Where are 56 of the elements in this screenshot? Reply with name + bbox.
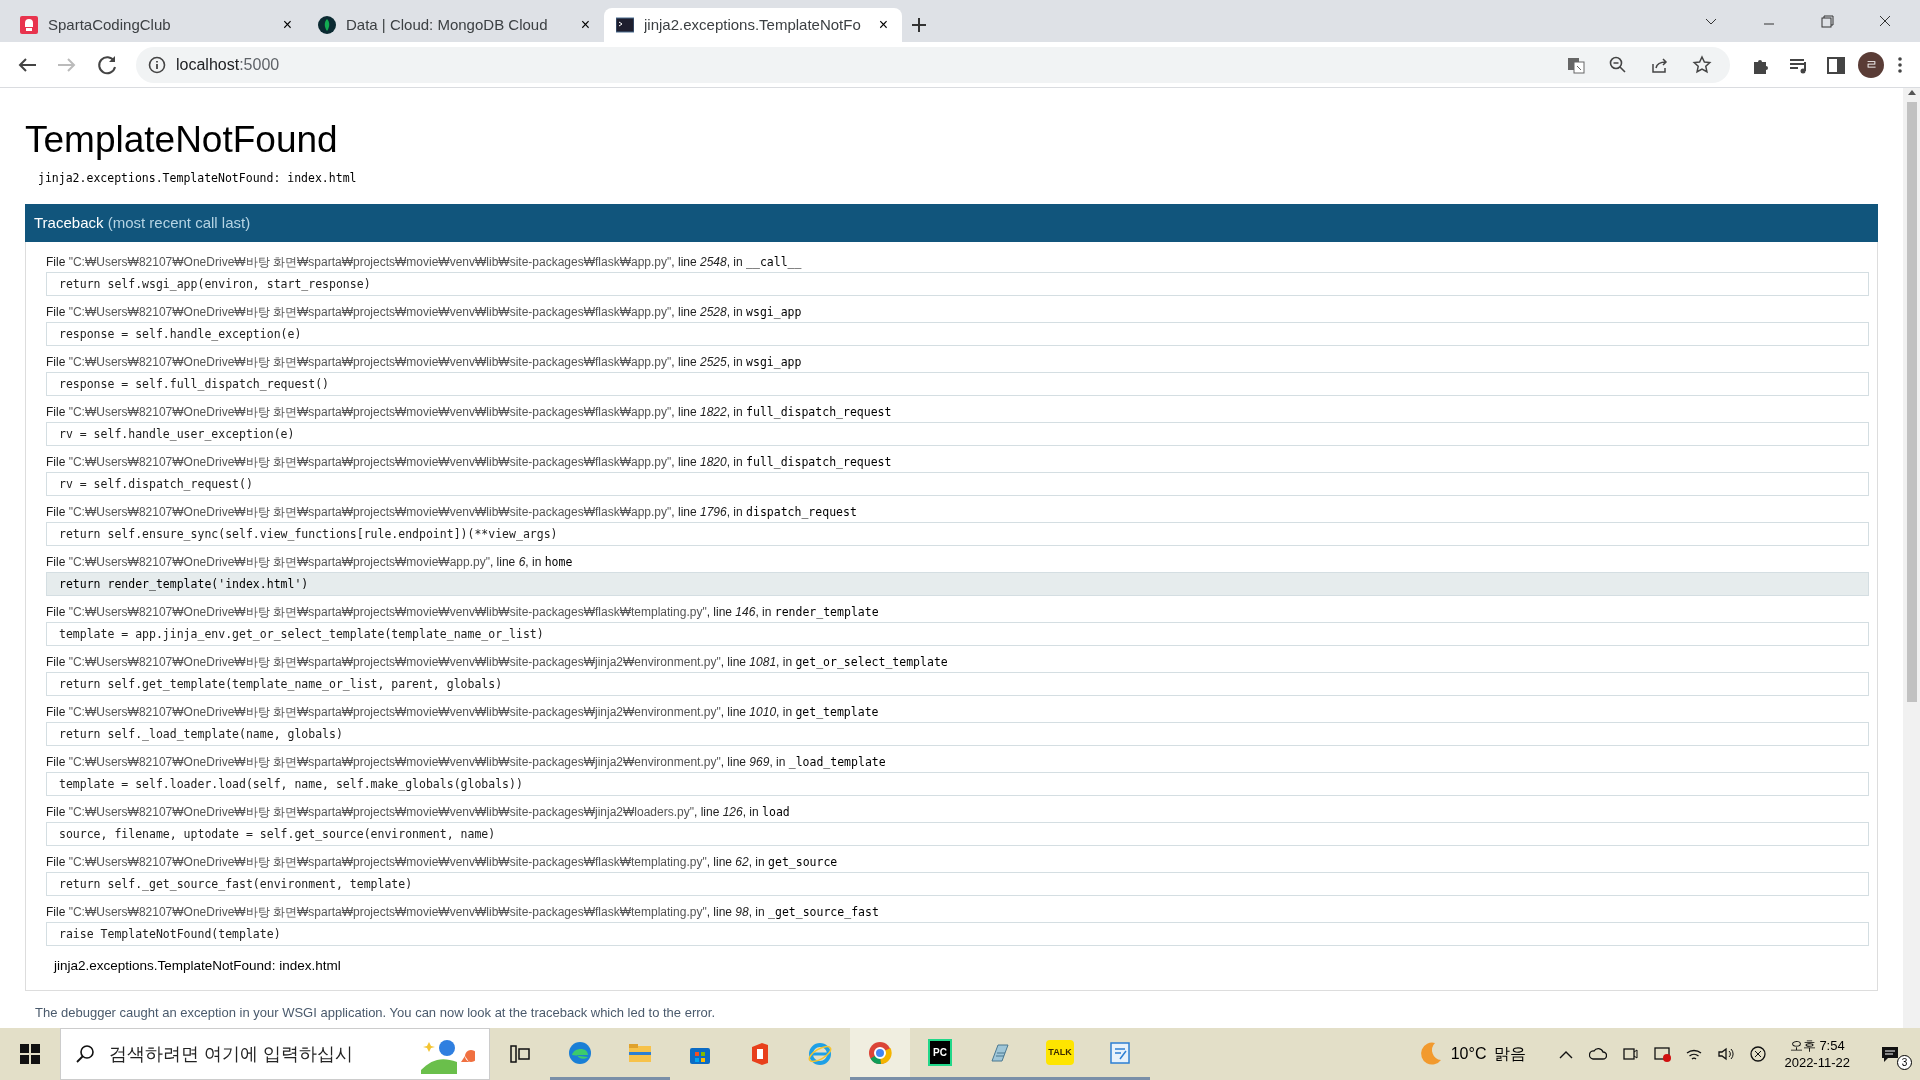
cloud-icon[interactable]	[1589, 1045, 1608, 1063]
profile-avatar[interactable]: ㄹ	[1858, 51, 1884, 78]
message-icon	[1880, 1044, 1900, 1064]
taskbar-search-box[interactable]: 검색하려면 여기에 입력하십시	[60, 1028, 490, 1080]
frame-location: File "C:₩Users₩82107₩OneDrive₩바탕 화면₩sparta₩projects₩movie₩venv₩lib₩site-packages₩flask₩app.py", line 1820, in full_dispatch_request	[46, 454, 893, 471]
security-alert-icon[interactable]	[1653, 1045, 1672, 1063]
leaf-icon	[318, 16, 336, 34]
info-icon	[148, 55, 166, 74]
url-port: :5000	[239, 55, 280, 73]
zoom-out-icon[interactable]	[1608, 54, 1628, 75]
close-tab-button[interactable]: ×	[280, 15, 294, 35]
notification-count: 3	[1897, 1055, 1912, 1070]
windows-start-icon[interactable]	[20, 1044, 40, 1064]
scrollbar[interactable]	[1903, 88, 1920, 1028]
debugger-note: The debugger caught an exception in your WSGI application. You can now look at the traceback which led to the error.	[35, 1004, 717, 1023]
exception-message: jinja2.exceptions.TemplateNotFound: index.html	[38, 170, 358, 188]
temperature: 10°C	[1450, 1044, 1487, 1064]
clock-date: 2022-11-22	[1784, 1054, 1850, 1071]
frame-location: File "C:₩Users₩82107₩OneDrive₩바탕 화면₩sparta₩projects₩movie₩venv₩lib₩site-packages₩flask₩templating.py", line 62, in get_source	[46, 854, 839, 871]
frame-location: File "C:₩Users₩82107₩OneDrive₩바탕 화면₩sparta₩projects₩movie₩app.py", line 6, in home	[46, 554, 574, 571]
notifications-button[interactable]: 3	[1860, 1028, 1920, 1080]
taskbar-search-field[interactable]: 검색하려면 여기에 입력하십시	[107, 1039, 409, 1069]
frame-location: File "C:₩Users₩82107₩OneDrive₩바탕 화면₩sparta₩projects₩movie₩venv₩lib₩site-packages₩flask₩templating.py", line 146, in render_template	[46, 604, 880, 621]
close-tab-button[interactable]: ×	[578, 15, 592, 35]
clock-time: 오후 7:54	[1789, 1037, 1845, 1054]
frame-location: File "C:₩Users₩82107₩OneDrive₩바탕 화면₩sparta₩projects₩movie₩venv₩lib₩site-packages₩jinja2₩environment.py", line 969, in _load_template	[46, 754, 887, 771]
error-title: TemplateNotFound	[25, 118, 339, 162]
volume-icon[interactable]	[1717, 1045, 1736, 1063]
frame-location: File "C:₩Users₩82107₩OneDrive₩바탕 화면₩sparta₩projects₩movie₩venv₩lib₩site-packages₩flask₩templating.py", line 98, in _get_source_fast	[46, 904, 880, 921]
traceback-note: (most recent call last)	[107, 213, 251, 231]
browser-tab[interactable]: jinja2.exceptions.TemplateNotFo ×	[604, 8, 902, 42]
sparta-logo-icon	[20, 16, 38, 34]
weather-condition: 맑음	[1494, 1044, 1527, 1064]
frame-location: File "C:₩Users₩82107₩OneDrive₩바탕 화면₩sparta₩projects₩movie₩venv₩lib₩site-packages₩flask₩app.py", line 1796, in dispatch_request	[46, 504, 858, 521]
frame-location: File "C:₩Users₩82107₩OneDrive₩바탕 화면₩sparta₩projects₩movie₩venv₩lib₩site-packages₩jinja2₩environment.py", line 1081, in get_or_select_template	[46, 654, 949, 671]
exception-summary: jinja2.exceptions.TemplateNotFound: index.html	[54, 957, 342, 976]
url-host: localhost	[176, 55, 240, 73]
frame-location: File "C:₩Users₩82107₩OneDrive₩바탕 화면₩sparta₩projects₩movie₩venv₩lib₩site-packages₩flask₩app.py", line 2525, in wsgi_app	[46, 354, 803, 371]
search-icon	[75, 1044, 95, 1064]
address-bar[interactable]: localhost:5000	[136, 46, 1730, 83]
terminal-icon	[616, 16, 634, 34]
frame-location: File "C:₩Users₩82107₩OneDrive₩바탕 화면₩sparta₩projects₩movie₩venv₩lib₩site-packages₩jinja2₩environment.py", line 1010, in get_template	[46, 704, 880, 721]
camera-icon[interactable]	[1621, 1045, 1640, 1063]
star-icon[interactable]	[1692, 54, 1712, 75]
input-mode-icon[interactable]	[1749, 1045, 1768, 1063]
traceback-title: Traceback	[34, 213, 104, 231]
scroll-up-icon	[1906, 88, 1917, 96]
frame-location: File "C:₩Users₩82107₩OneDrive₩바탕 화면₩sparta₩projects₩movie₩venv₩lib₩site-packages₩flask₩app.py", line 1822, in full_dispatch_request	[46, 404, 893, 421]
browser-tab[interactable]: SpartaCodingClub ×	[8, 8, 306, 42]
side-panel-icon[interactable]	[1826, 54, 1846, 75]
frame-location: File "C:₩Users₩82107₩OneDrive₩바탕 화면₩sparta₩projects₩movie₩venv₩lib₩site-packages₩flask₩app.py", line 2548, in __call__	[46, 254, 803, 271]
chrome-app-icon[interactable]	[850, 1028, 910, 1080]
close-tab-button[interactable]: ×	[876, 15, 890, 35]
browser-tab[interactable]: Data | Cloud: MongoDB Cloud ×	[306, 8, 604, 42]
frame-location: File "C:₩Users₩82107₩OneDrive₩바탕 화면₩sparta₩projects₩movie₩venv₩lib₩site-packages₩jinja2₩loaders.py", line 126, in load	[46, 804, 791, 821]
frame-location: File "C:₩Users₩82107₩OneDrive₩바탕 화면₩sparta₩projects₩movie₩venv₩lib₩site-packages₩flask₩app.py", line 2528, in wsgi_app	[46, 304, 803, 321]
